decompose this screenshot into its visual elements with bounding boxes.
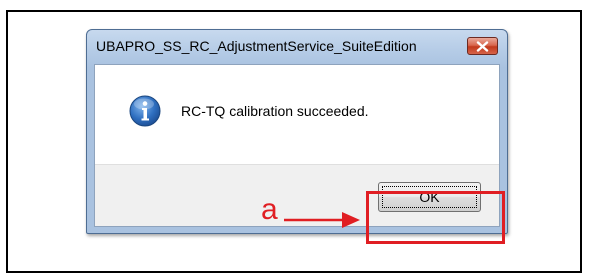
info-icon: [129, 95, 161, 127]
dialog-title: UBAPRO_SS_RC_AdjustmentService_SuiteEdit…: [96, 38, 417, 54]
dialog-titlebar[interactable]: UBAPRO_SS_RC_AdjustmentService_SuiteEdit…: [87, 30, 507, 64]
close-icon: [476, 40, 489, 52]
ok-button-highlight: [366, 191, 505, 244]
callout-arrow-icon: [284, 212, 360, 228]
callout-label: a: [261, 193, 278, 226]
message-text: RC-TQ calibration succeeded.: [181, 103, 369, 119]
message-area: RC-TQ calibration succeeded.: [95, 65, 499, 164]
close-button[interactable]: [467, 37, 498, 55]
